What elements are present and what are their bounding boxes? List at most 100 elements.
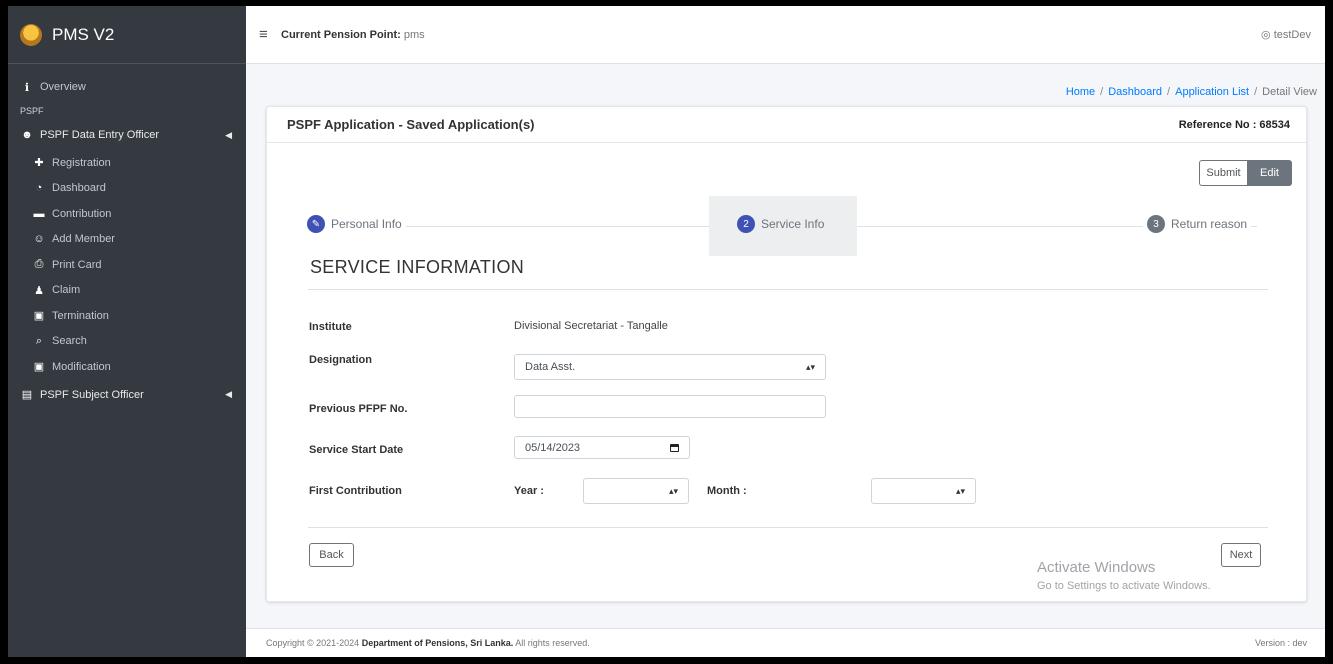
sidebar-group-label: PSPF Data Entry Officer [40,129,160,141]
stepper: ✎ Personal Info 2 Service Info 3 Return … [303,196,1262,256]
sidebar-group-label: PSPF Subject Officer [40,388,144,401]
card-title: PSPF Application - Saved Application(s) [287,117,535,132]
calendar-icon[interactable] [670,443,679,452]
breadcrumb-dashboard[interactable]: Dashboard [1108,86,1162,98]
sort-arrows-icon: ▴▾ [955,485,965,496]
sidebar-item-label: Registration [52,156,111,169]
copyright-text: Copyright © 2021-2024 Department of Pens… [266,638,590,648]
sidebar-section-header: PSPF [20,106,44,116]
sidebar-group-data-entry-officer[interactable]: ☻ PSPF Data Entry Officer ◀ [8,120,246,150]
service-start-date-value: 05/14/2023 [525,441,581,454]
next-button[interactable]: Next [1221,543,1261,567]
step-return-reason[interactable]: 3 Return reason [1143,215,1252,233]
money-icon: ▬ [33,207,45,220]
service-start-date-input[interactable]: 05/14/2023 [514,436,690,459]
topbar: ≡ Current Pension Point: pms ◎ testDev [246,6,1325,64]
pension-point: Current Pension Point: pms [281,29,425,41]
sidebar-item-label: Add Member [52,233,115,246]
add-user-icon: ☺ [33,233,45,246]
breadcrumb: Home / Dashboard / Application List / Detail V… [1065,86,1317,98]
sidebar-item-overview[interactable]: ℹ Overview [8,72,246,102]
month-select[interactable]: ▴▾ [871,478,976,504]
sidebar-item-add-member[interactable]: ☺ Add Member [8,227,246,253]
designation-select[interactable]: Data Asst. ▴▾ [514,354,826,380]
divider [308,289,1268,290]
app-title: PMS V2 [52,24,115,44]
search-icon: ⌕ [35,334,43,347]
month-label: Month : [707,485,747,497]
pension-point-value: pms [403,28,425,41]
step-number: 3 [1147,215,1165,233]
submit-button[interactable]: Submit [1199,160,1247,186]
reference-number: Reference No : 68534 [1178,118,1290,131]
sidebar-item-dashboard[interactable]: ◔ Dashboard [8,176,246,202]
sidebar-item-claim[interactable]: ♟ Claim [8,278,246,304]
step-label: Service Info [761,217,825,231]
previous-pfpf-label: Previous PFPF No. [309,403,408,415]
user-name: testDev [1273,29,1311,41]
step-personal-info[interactable]: ✎ Personal Info [303,215,406,233]
sidebar-item-print-card[interactable]: ⎙ Print Card [8,252,246,278]
application-card: PSPF Application - Saved Application(s) … [266,106,1307,602]
sidebar-nav: ℹ Overview PSPF ☻ PSPF Data Entry Office… [8,72,246,410]
pencil-icon: ✎ [307,215,325,233]
back-button[interactable]: Back [309,543,354,567]
sidebar: PMS V2 ℹ Overview PSPF ☻ PSPF Data Entry… [8,6,246,657]
sidebar-item-modification[interactable]: ▣ Modification [8,354,246,380]
chevron-left-icon: ◀ [225,389,232,399]
brand[interactable]: PMS V2 [8,6,246,64]
designation-label: Designation [309,354,372,366]
watermark-subtitle: Go to Settings to activate Windows. [1037,580,1211,592]
chevron-left-icon: ◀ [225,129,232,140]
info-icon: ℹ [24,81,30,94]
plus-icon: ✚ [34,157,44,170]
year-label: Year : [514,485,544,497]
pension-point-label: Current Pension Point: [281,28,401,41]
version-label: Version : dev [1254,638,1307,648]
sort-arrows-icon: ▴▾ [668,485,678,496]
year-select[interactable]: ▴▾ [583,478,689,504]
first-contribution-label: First Contribution [309,485,402,497]
step-service-info[interactable]: 2 Service Info [733,215,828,233]
archive-icon: ▤ [21,389,33,401]
breadcrumb-home[interactable]: Home [1066,86,1095,98]
user-menu[interactable]: ◎ testDev [1261,28,1311,41]
sort-arrows-icon: ▴▾ [805,361,815,372]
breadcrumb-application-list[interactable]: Application List [1175,86,1249,98]
previous-pfpf-input[interactable] [514,395,826,418]
menu-icon[interactable]: ≡ [259,26,275,43]
footer-rights: All rights reserved. [515,638,590,648]
sidebar-item-search[interactable]: ⌕ Search [8,329,246,355]
institute-value: Divisional Secretariat - Tangalle [514,320,668,332]
card-header: PSPF Application - Saved Application(s) … [267,107,1306,143]
step-label: Return reason [1171,217,1248,231]
action-buttons: Submit Edit [1199,160,1292,186]
copyright-years: Copyright © 2021-2024 [266,638,360,648]
app-window: PMS V2 ℹ Overview PSPF ☻ PSPF Data Entry… [8,6,1325,657]
user-icon: ◎ [1261,29,1271,41]
dashboard-icon: ◔ [35,182,43,195]
sidebar-item-label: Search [52,335,87,348]
sidebar-item-label: Termination [52,309,109,322]
sidebar-group-subject-officer[interactable]: ▤ PSPF Subject Officer ◀ [8,380,246,410]
designation-value: Data Asst. [525,361,576,373]
edit-button[interactable]: Edit [1247,160,1292,186]
sidebar-item-label: Contribution [52,207,112,220]
sidebar-item-termination[interactable]: ▣ Termination [8,303,246,329]
sidebar-item-label: Dashboard [52,182,106,195]
watermark-title: Activate Windows [1037,559,1156,576]
sidebar-item-label: Overview [40,81,86,93]
institute-label: Institute [309,321,352,333]
edit-square-icon: ▣ [33,361,45,374]
section-title: SERVICE INFORMATION [310,257,525,277]
footer: Copyright © 2021-2024 Department of Pens… [246,628,1325,657]
footer-org-link[interactable]: Department of Pensions, Sri Lanka. [362,638,514,648]
activate-windows-watermark: Activate Windows Go to Settings to activ… [1037,559,1211,592]
divider [308,527,1268,528]
service-start-date-label: Service Start Date [309,444,404,456]
sidebar-item-contribution[interactable]: ▬ Contribution [8,201,246,227]
breadcrumb-current: Detail View [1262,86,1317,98]
users-icon: ☻ [21,129,33,141]
sidebar-item-registration[interactable]: ✚ Registration [8,150,246,176]
print-icon: ⎙ [34,258,44,271]
